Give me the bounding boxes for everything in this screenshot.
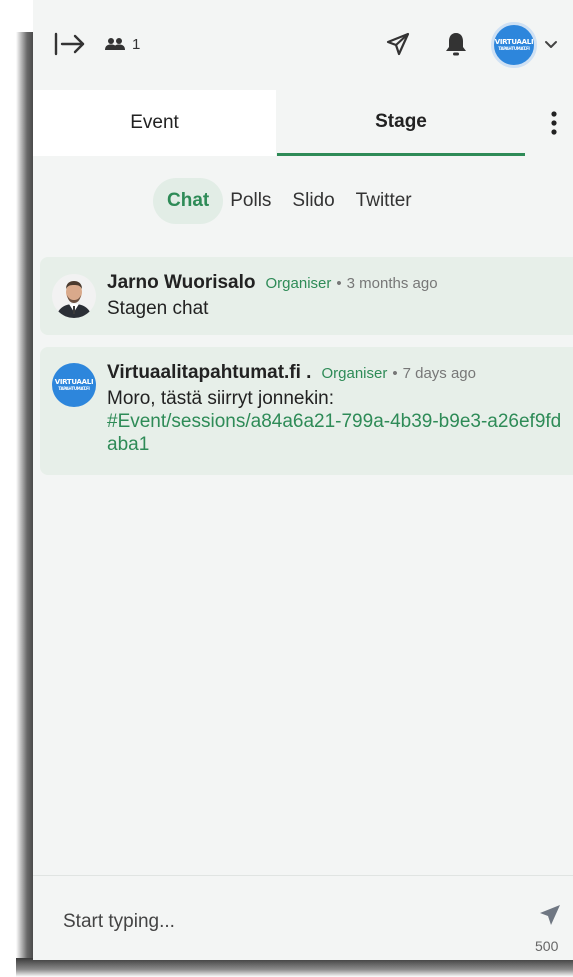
separator: • [392,365,398,382]
message-composer: 500 [33,875,573,960]
chat-input[interactable] [53,902,513,942]
attendee-counter[interactable]: 1 [104,34,140,54]
separator: • [336,275,342,292]
app-frame: 1 VIRTUAALI TAPAHTUMAT.FI Event Stage Ch… [0,0,573,977]
author-name[interactable]: Jarno Wuorisalo [107,272,256,294]
paper-plane-icon[interactable] [385,31,411,57]
author-role: Organiser [265,275,332,292]
collapse-right-icon[interactable] [53,30,87,58]
author-name[interactable]: Virtuaalitapahtumat.fi . [107,362,311,384]
author-role: Organiser [321,365,388,382]
message-body: Virtuaalitapahtumat.fi . Organiser • 7 d… [107,362,567,456]
person-photo-icon [52,274,96,318]
bell-icon[interactable] [443,30,469,58]
char-limit: 500 [535,938,559,954]
subtab-slido[interactable]: Slido [278,178,348,224]
message-text: Moro, tästä siirryt jonnekin: [107,388,335,409]
paper-plane-icon[interactable] [538,903,562,927]
stage-subtabs: Chat Polls Slido Twitter [153,178,419,224]
top-bar: 1 VIRTUAALI TAPAHTUMAT.FI [33,0,573,88]
subtab-polls[interactable]: Polls [223,178,278,224]
chat-message: Jarno Wuorisalo Organiser • 3 months ago… [40,257,573,335]
message-header: Virtuaalitapahtumat.fi . Organiser • 7 d… [107,362,567,384]
author-avatar[interactable] [52,274,96,318]
author-avatar[interactable]: VIRTUAALI TAPAHTUMAT.FI [52,363,96,407]
subtab-twitter[interactable]: Twitter [349,178,419,224]
chevron-down-icon[interactable] [543,38,559,52]
message-body: Jarno Wuorisalo Organiser • 3 months ago… [107,272,567,320]
more-options-icon[interactable] [548,110,560,136]
attendee-count: 1 [132,35,141,53]
main-tabs: Event Stage [33,90,573,156]
message-text: Stagen chat [107,298,209,319]
window-shadow-bottom [16,958,573,977]
chat-message: VIRTUAALI TAPAHTUMAT.FI Virtuaalitapahtu… [40,347,573,475]
tab-event[interactable]: Event [33,90,276,156]
message-header: Jarno Wuorisalo Organiser • 3 months ago [107,272,567,294]
message-time: 3 months ago [346,275,438,292]
message-time: 7 days ago [402,365,476,382]
avatar-logo: VIRTUAALI TAPAHTUMAT.FI [54,378,94,392]
tab-stage[interactable]: Stage [277,90,525,156]
avatar-logo: VIRTUAALI TAPAHTUMAT.FI [494,38,534,52]
user-avatar[interactable]: VIRTUAALI TAPAHTUMAT.FI [491,22,537,68]
people-icon [105,38,125,50]
chat-panel: 1 VIRTUAALI TAPAHTUMAT.FI Event Stage Ch… [33,0,573,960]
message-link[interactable]: #Event/sessions/a84a6a21-799a-4b39-b9e3-… [107,410,562,456]
subtab-chat[interactable]: Chat [153,178,224,224]
